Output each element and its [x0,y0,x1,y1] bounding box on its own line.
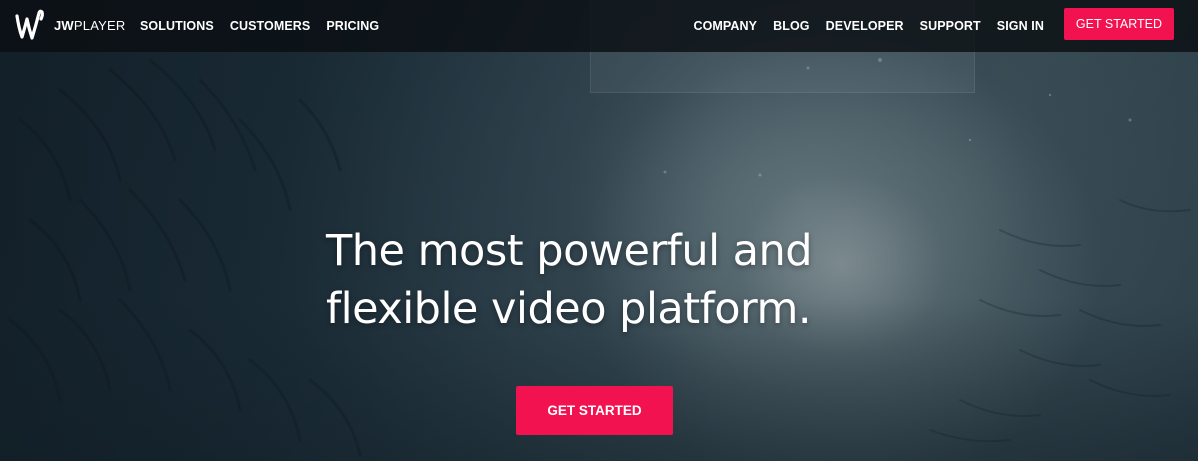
nav-get-started-button[interactable]: GET STARTED [1064,8,1174,40]
jwplayer-logo[interactable]: JWPLAYER [14,7,125,43]
nav-company[interactable]: COMPANY [693,19,757,33]
hero-get-started-button[interactable]: GET STARTED [516,386,673,435]
secondary-nav: COMPANY BLOG DEVELOPER SUPPORT SIGN IN [693,0,1044,52]
nav-sign-in[interactable]: SIGN IN [997,19,1044,33]
brand-name: JWPLAYER [54,18,125,33]
hero-headline-line-2: flexible video platform. [326,284,812,334]
nav-customers[interactable]: CUSTOMERS [230,19,311,33]
nav-solutions[interactable]: SOLUTIONS [140,19,214,33]
hero-headline: The most powerful and flexible video pla… [326,222,886,338]
nav-developer[interactable]: DEVELOPER [826,19,904,33]
nav-pricing[interactable]: PRICING [326,19,379,33]
nav-blog[interactable]: BLOG [773,19,810,33]
brand-name-light: PLAYER [73,17,126,33]
jwplayer-w-icon [15,9,44,40]
hero-headline-line-1: The most powerful and [326,226,813,276]
primary-nav: SOLUTIONS CUSTOMERS PRICING [140,0,379,52]
brand-name-bold: JW [54,17,74,33]
nav-support[interactable]: SUPPORT [920,19,981,33]
top-navigation: JWPLAYER SOLUTIONS CUSTOMERS PRICING COM… [0,0,1198,52]
